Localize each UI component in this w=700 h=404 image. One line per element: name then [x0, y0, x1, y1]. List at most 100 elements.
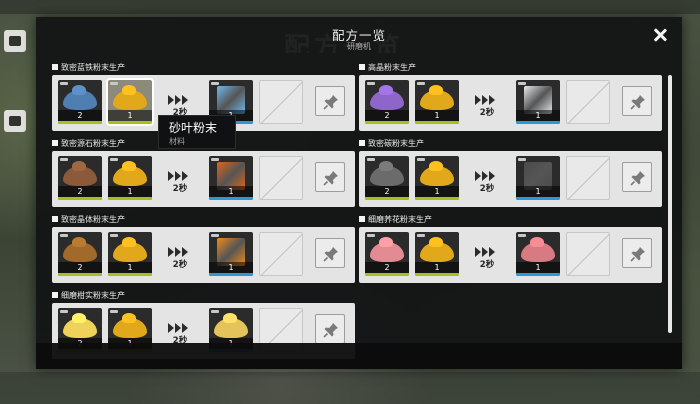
- process-arrows-icon: [168, 318, 192, 333]
- background-top-band: [0, 0, 700, 14]
- rarity-marker: [60, 234, 68, 237]
- empty-output-slot: [259, 232, 303, 276]
- recipe-card: 212秒1: [359, 75, 662, 131]
- recipe-item: 致密碳粉末生产 2 1 2秒 1: [359, 139, 662, 207]
- rarity-marker: [518, 82, 526, 85]
- rarity-marker: [417, 234, 425, 237]
- recipe-card: 212秒1: [52, 151, 355, 207]
- sandleaf-powder-icon[interactable]: 1: [415, 156, 459, 200]
- pin-icon[interactable]: [315, 86, 345, 116]
- process-arrows-icon: [475, 242, 499, 257]
- pin-icon[interactable]: [622, 238, 652, 268]
- process-time: 2秒: [479, 108, 495, 118]
- crystal-powder-icon[interactable]: 2: [58, 232, 102, 276]
- recipe-item: 高晶粉末生产 2 1 2秒 1: [359, 63, 662, 131]
- rarity-marker: [518, 234, 526, 237]
- recipe-title: 细磨柑实粉末生产: [52, 291, 125, 301]
- hud-bag-icon[interactable]: [4, 110, 26, 132]
- recipe-card: 212秒1: [359, 227, 662, 283]
- item-tooltip: 砂叶粉末 材料: [158, 115, 236, 149]
- powder-pile-graphic: [113, 166, 147, 186]
- crystal-ore-cube-icon[interactable]: 1: [209, 232, 253, 276]
- item-count: 1: [415, 186, 459, 197]
- close-icon[interactable]: [650, 25, 670, 45]
- pin-icon[interactable]: [622, 162, 652, 192]
- recipe-item: 细磨荞花粉末生产 2 1 2秒 1: [359, 215, 662, 283]
- pin-icon[interactable]: [315, 238, 345, 268]
- dialog-footer: [36, 343, 682, 369]
- process-arrows-icon: [475, 90, 499, 105]
- powder-pile-graphic: [420, 242, 454, 262]
- powder-pile-graphic: [420, 90, 454, 110]
- process-arrows-icon: [168, 242, 192, 257]
- buckflower-fine-powder-icon[interactable]: 1: [516, 232, 560, 276]
- tooltip-item-name: 砂叶粉末: [169, 121, 218, 135]
- item-count: 2: [58, 186, 102, 197]
- item-count: 2: [58, 262, 102, 273]
- pin-icon[interactable]: [315, 314, 345, 344]
- item-count: 1: [516, 110, 560, 121]
- dialog-subtitle: 研磨机: [347, 42, 371, 51]
- recipe-title: 细磨荞花粉末生产: [359, 215, 432, 225]
- originium-cube-icon[interactable]: 1: [209, 156, 253, 200]
- powder-pile-graphic: [420, 166, 454, 186]
- item-count: 1: [108, 262, 152, 273]
- process-time: 2秒: [479, 184, 495, 194]
- rarity-marker: [211, 82, 219, 85]
- pin-glyph: [630, 247, 645, 262]
- tooltip-item-type: 材料: [169, 137, 185, 146]
- rarity-marker: [110, 310, 118, 313]
- blue-iron-powder-icon[interactable]: 2: [58, 80, 102, 124]
- crystal-cube-icon[interactable]: 1: [516, 80, 560, 124]
- empty-output-slot: [566, 80, 610, 124]
- carbon-cube-icon[interactable]: 1: [516, 156, 560, 200]
- item-count: 2: [365, 262, 409, 273]
- sandleaf-powder-icon[interactable]: 1: [108, 156, 152, 200]
- recipe-list[interactable]: 致密蓝铁粉末生产212秒1高晶粉末生产212秒1致密源石粉末生产212秒1致密碳…: [52, 63, 674, 359]
- rarity-marker: [417, 158, 425, 161]
- originium-powder-icon[interactable]: 2: [58, 156, 102, 200]
- recipe-item: 致密源石粉末生产 2 1 2秒 1: [52, 139, 355, 207]
- rarity-marker: [110, 82, 118, 85]
- process-time: 2秒: [172, 184, 188, 194]
- powder-pile-graphic: [113, 242, 147, 262]
- amethyst-powder-icon[interactable]: 2: [365, 80, 409, 124]
- item-count: 1: [108, 110, 152, 121]
- pin-icon[interactable]: [622, 86, 652, 116]
- recipe-title: 致密源石粉末生产: [52, 139, 125, 149]
- carbon-powder-icon[interactable]: 2: [365, 156, 409, 200]
- recipe-title: 致密蓝铁粉末生产: [52, 63, 125, 73]
- rarity-marker: [211, 158, 219, 161]
- sandleaf-powder-icon[interactable]: 1: [108, 232, 152, 276]
- recipe-card: 212秒1: [52, 227, 355, 283]
- sandleaf-powder-icon[interactable]: 1: [106, 78, 154, 126]
- rarity-marker: [60, 158, 68, 161]
- empty-output-slot: [566, 156, 610, 200]
- pin-icon[interactable]: [315, 162, 345, 192]
- recipe-card: 212秒1: [359, 151, 662, 207]
- recipe-title: 致密晶体粉末生产: [52, 215, 125, 225]
- empty-output-slot: [259, 156, 303, 200]
- powder-pile-graphic: [113, 90, 147, 110]
- powder-pile-graphic: [370, 242, 404, 262]
- process-arrows-icon: [168, 166, 192, 181]
- pin-glyph: [630, 171, 645, 186]
- buckflower-powder-icon[interactable]: 2: [365, 232, 409, 276]
- item-count: 2: [365, 186, 409, 197]
- powder-pile-graphic: [521, 242, 555, 262]
- sandleaf-powder-icon[interactable]: 1: [415, 80, 459, 124]
- rarity-marker: [110, 234, 118, 237]
- sandleaf-powder-icon[interactable]: 1: [415, 232, 459, 276]
- hud-map-icon[interactable]: [4, 30, 26, 52]
- item-count: 2: [365, 110, 409, 121]
- rarity-marker: [211, 234, 219, 237]
- empty-output-slot: [259, 80, 303, 124]
- rarity-marker: [367, 234, 375, 237]
- rarity-marker: [211, 310, 219, 313]
- process-arrows-icon: [475, 166, 499, 181]
- item-count: 1: [108, 186, 152, 197]
- scrollbar[interactable]: [668, 75, 672, 333]
- recipe-title: 高晶粉末生产: [359, 63, 416, 73]
- rarity-marker: [60, 310, 68, 313]
- pin-glyph: [630, 95, 645, 110]
